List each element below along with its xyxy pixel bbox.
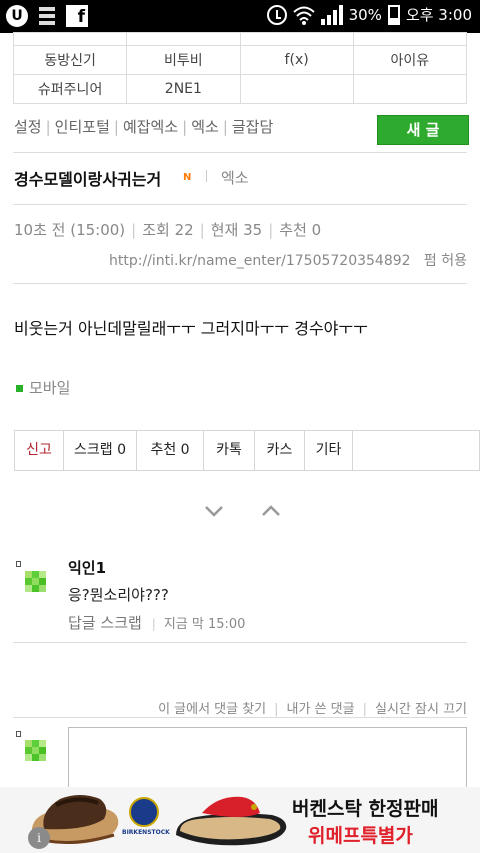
divider — [13, 152, 467, 153]
divider — [13, 642, 467, 643]
divider — [13, 283, 467, 284]
post-url[interactable]: http://inti.kr/name_enter/17505720354892 — [109, 253, 411, 269]
ad-banner[interactable]: BIRKENSTOCK 버켄스탁 한정판매 위메프특별가 i — [0, 787, 480, 853]
board-link[interactable]: 엑소 — [221, 167, 249, 188]
grid-cell[interactable]: 동방신기 — [12, 45, 128, 75]
battery-icon — [387, 4, 400, 25]
signal-icon — [320, 4, 343, 25]
new-badge: N — [183, 172, 192, 183]
realtime-off-link[interactable]: 실시간 잠시 끄기 — [375, 702, 467, 717]
avatar — [25, 740, 47, 762]
kas-share-button[interactable]: 카스 — [255, 431, 305, 470]
find-comment-link[interactable]: 이 글에서 댓글 찾기 — [158, 702, 266, 717]
reply-button[interactable]: 답글 — [68, 614, 96, 632]
ad-subline: 위메프특별가 — [308, 825, 413, 847]
avatar — [25, 571, 47, 593]
report-button[interactable]: 신고 — [15, 431, 64, 470]
post-meta: 10초 전 (15:00) | 조회 22 | 현재 35 | 추천 0 — [14, 221, 322, 239]
recommend-count: 추천 0 — [279, 221, 322, 239]
post-title: 경수모델이랑사귀는거 — [14, 170, 162, 189]
comment-marker-icon — [16, 561, 21, 567]
post-actions: 신고 스크랩 0 추천 0 카톡 카스 기타 — [14, 430, 480, 471]
clock: 오후 3:00 — [405, 6, 472, 24]
new-post-button[interactable]: 새 글 — [377, 115, 469, 145]
post-body: 비웃는거 아닌데말릴래ㅜㅜ 그러지마ㅜㅜ 경수야ㅜㅜ — [14, 319, 368, 338]
comment-author: 익인1 — [68, 559, 107, 577]
comment-actions: 답글 스크랩 | 지금 막 15:00 — [68, 614, 246, 632]
category-nav: 설정 | 인티포털 | 예잡엑소 | 엑소 | 글잡담 — [14, 118, 274, 136]
divider — [206, 170, 207, 182]
info-icon[interactable]: i — [28, 827, 50, 849]
post-url-line: http://inti.kr/name_enter/17505720354892… — [109, 250, 467, 270]
grid-cell[interactable]: f(x) — [239, 45, 354, 75]
post-time: 10초 전 (15:00) — [14, 221, 126, 239]
alarm-icon — [266, 4, 287, 25]
battery-percent: 30% — [348, 5, 382, 24]
nav-item-portal[interactable]: 인티포털 — [55, 118, 110, 136]
comment-text: 응?뭔소리야??? — [68, 586, 169, 604]
u-plus-icon: U — [6, 5, 28, 27]
etc-button[interactable]: 기타 — [305, 431, 353, 470]
comment-links: 이 글에서 댓글 찾기 | 내가 쓴 댓글 | 실시간 잠시 끄기 — [158, 702, 467, 717]
grid-cell[interactable]: 비투비 — [126, 45, 241, 75]
nav-item-board-b[interactable]: 엑소 — [191, 118, 219, 136]
grid-cell[interactable]: 아이유 — [352, 45, 468, 75]
chevron-down-icon[interactable] — [204, 504, 224, 518]
recommend-button[interactable]: 추천 0 — [137, 431, 204, 470]
grid-cell[interactable]: 2NE1 — [126, 74, 241, 104]
nav-item-board-a[interactable]: 예잡엑소 — [123, 118, 178, 136]
status-bar: U f 30% 오후 3:00 — [0, 0, 480, 33]
divider — [13, 204, 467, 205]
comment-scrap-button[interactable]: 스크랩 — [100, 614, 141, 632]
source-tag: 모바일 — [16, 377, 70, 398]
birkenstock-logo: BIRKENSTOCK — [122, 797, 170, 847]
divider — [13, 717, 467, 718]
share-permission: 펌 허용 — [423, 253, 467, 269]
view-count: 조회 22 — [142, 221, 194, 239]
grid-cell — [352, 74, 468, 104]
ad-headline: 버켄스탁 한정판매 — [292, 798, 439, 820]
mobile-square-icon — [16, 385, 23, 392]
grid-cell — [239, 74, 354, 104]
list-icon — [36, 5, 58, 27]
nav-item-board-c[interactable]: 글잡담 — [232, 118, 273, 136]
my-comments-link[interactable]: 내가 쓴 댓글 — [287, 702, 355, 717]
nav-item-settings[interactable]: 설정 — [14, 118, 42, 136]
comment-time: 지금 막 15:00 — [163, 617, 246, 632]
wifi-icon — [292, 6, 315, 25]
comment-marker-icon — [16, 731, 21, 737]
katalk-share-button[interactable]: 카톡 — [204, 431, 255, 470]
current-count: 현재 35 — [210, 221, 263, 239]
chevron-up-icon[interactable] — [261, 504, 281, 518]
grid-cell[interactable]: 슈퍼주니어 — [12, 74, 128, 104]
idol-grid: 동방신기 비투비 f(x) 아이유 슈퍼주니어 2NE1 — [12, 32, 468, 104]
facebook-icon: f — [66, 5, 88, 27]
scrap-button[interactable]: 스크랩 0 — [64, 431, 137, 470]
sandal-image — [176, 796, 287, 846]
